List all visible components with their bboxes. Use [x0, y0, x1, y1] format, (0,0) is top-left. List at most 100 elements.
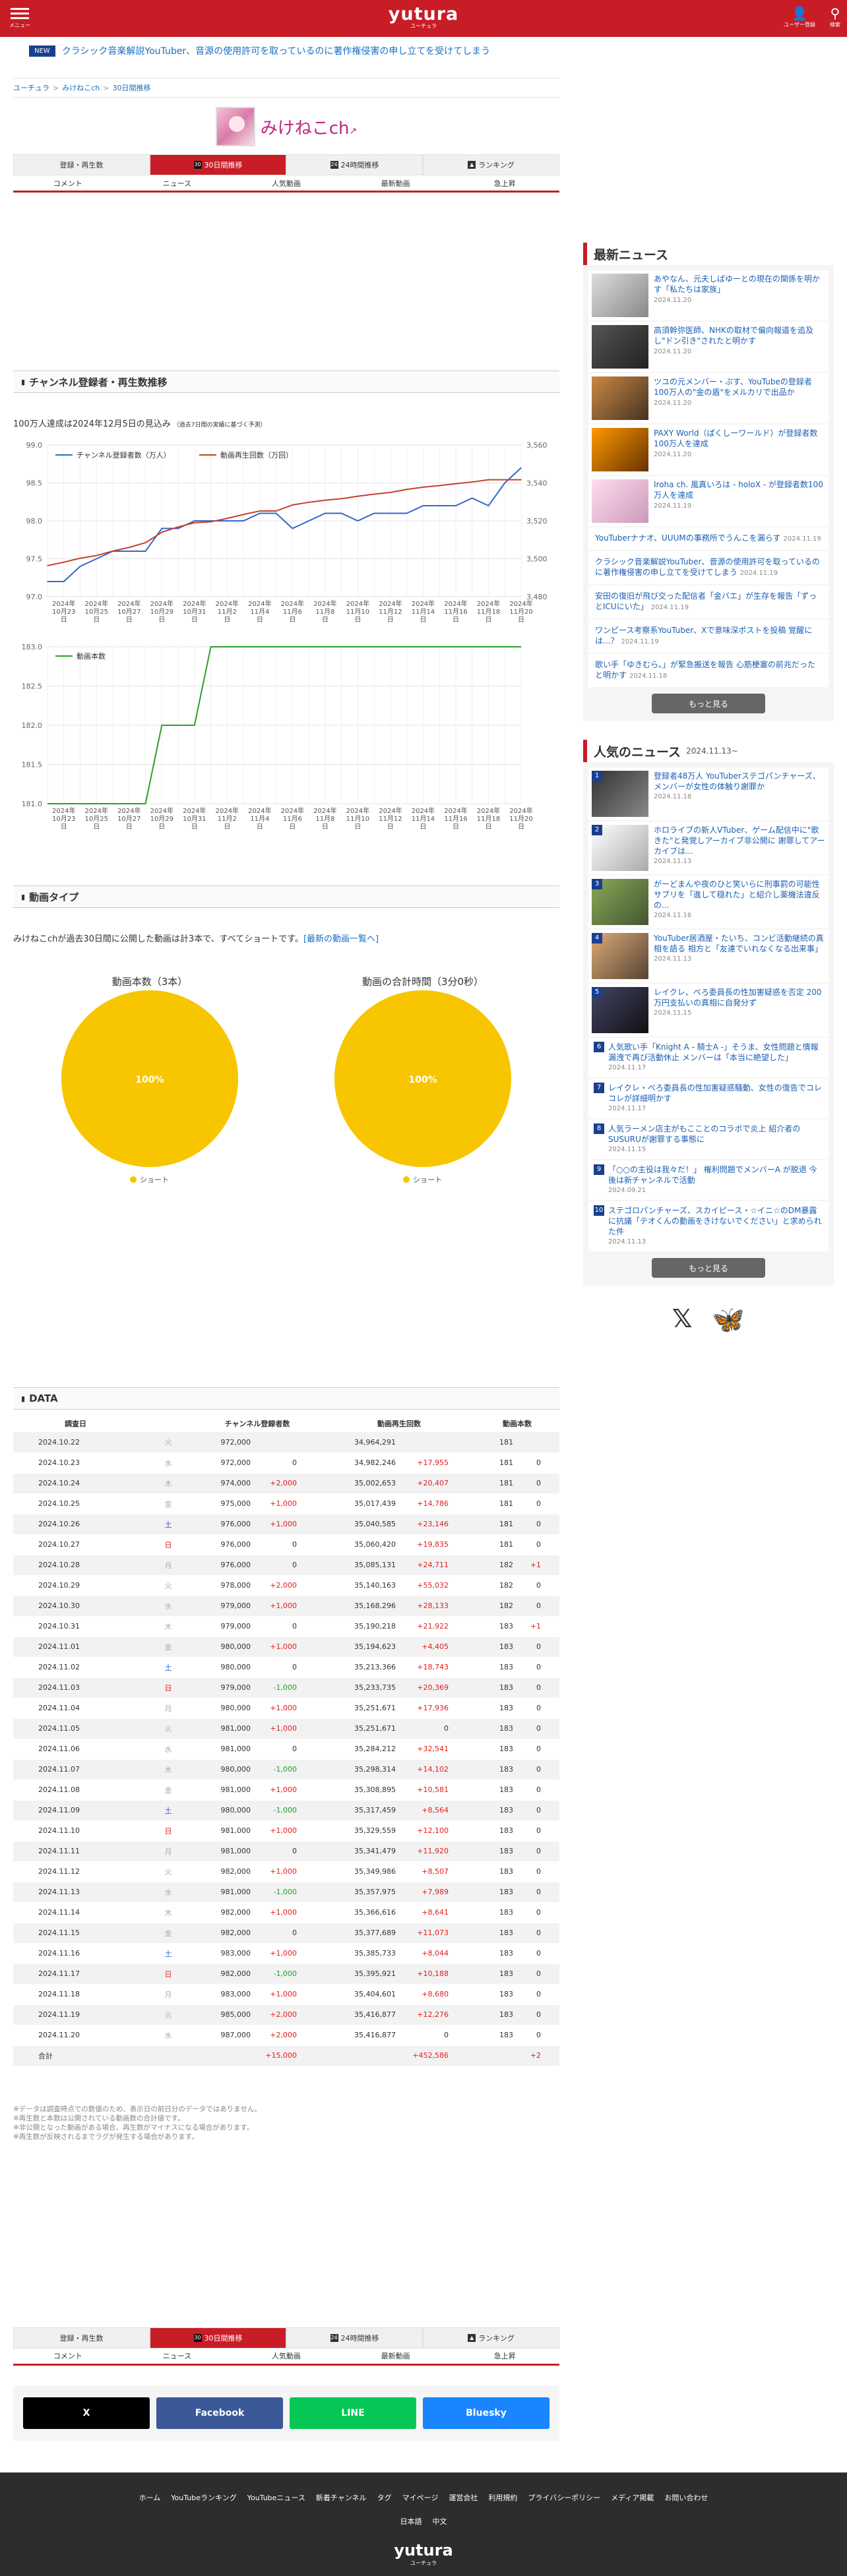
footer-logo[interactable]: yutura ユーチュラ [0, 2541, 847, 2567]
popular-news-item[interactable]: 4 YouTuber居酒屋・たいち、コンビ活動継続の真相を語る 相方と「友達でいれ… [588, 930, 829, 982]
share-line-button[interactable]: LINE [290, 2397, 416, 2429]
popular-news-item[interactable]: 1 登録者48万人 YouTuberステゴパンチャーズ、メンバーが女性の体触り謝罪… [588, 767, 829, 820]
footer-link[interactable]: マイページ [402, 2494, 439, 2502]
footer-link[interactable]: プライバシーポリシー [528, 2494, 600, 2502]
footer-link[interactable]: お問い合わせ [664, 2494, 708, 2502]
tab-30days[interactable]: 30 30日間推移 [150, 2327, 286, 2349]
site-logo[interactable]: yutura ユーチュラ [0, 4, 847, 30]
tab-stats[interactable]: 登録・再生数 [13, 154, 150, 175]
lang-ja[interactable]: 日本語 [400, 2517, 422, 2526]
tab-24h[interactable]: 24 24時間推移 [286, 2327, 423, 2349]
user-register-button[interactable]: 👤 ユーザー登録 [784, 5, 815, 28]
footer-link[interactable]: 利用規約 [488, 2494, 517, 2502]
news-item[interactable]: 歌い手「ゆきむら。」が緊急搬送を報告 心筋梗塞の前兆だったと明かす 2024.11… [588, 654, 829, 687]
news-item[interactable]: 安田の復旧が飛び交った配信者「金バエ」が生存を報告「ずっとICUにいた」 2024… [588, 585, 829, 618]
popular-news-item[interactable]: 5 レイクレ、ぺろ委員長の性加害疑惑を否定 200万円支払いの真相に自発分ず 202… [588, 984, 829, 1036]
more-news-button[interactable]: もっと見る [652, 694, 765, 713]
breadcrumb-channel[interactable]: みけねこch [62, 84, 100, 92]
news-item[interactable]: 高須幹弥医師、NHKの取材で偏向報道を追及し"ドン引き"されたと明かす 2024.… [588, 322, 829, 372]
data-point [439, 485, 441, 487]
y-right-tick: 3,500 [526, 555, 548, 564]
data-point [406, 512, 408, 514]
tab-comments[interactable]: コメント [13, 175, 123, 191]
subscribers-cell: 982,000 [191, 1861, 251, 1882]
news-thumbnail [592, 325, 648, 369]
ticker-link[interactable]: クラシック音楽解説YouTuber、音源の使用許可を取っているのに著作権侵害の申… [62, 44, 490, 57]
ranking-icon: ▲ [468, 161, 476, 169]
tab-popular-videos[interactable]: 人気動画 [232, 175, 341, 191]
tab-stats[interactable]: 登録・再生数 [13, 2327, 150, 2349]
news-item[interactable]: ワンピース考察系YouTuber、Xで意味深ポストを投稿 覚醒には...？ 202… [588, 620, 829, 653]
tab-24h[interactable]: 24 24時間推移 [286, 154, 423, 175]
table-row: 2024.11.06 水 981,000 0 35,284,212 +32,541 183 0 [13, 1739, 559, 1760]
popular-news-item[interactable]: 6 人気歌い手「Knight A - 騎士A -」そうま、女性問題と情報漏洩で再び… [588, 1038, 829, 1077]
latest-news-box: あやなん、元夫しばゆーとの現在の関係を明かす「私たちは家族」 2024.11.20… [583, 265, 834, 721]
news-item[interactable]: ツユの元メンバー・ぷす、YouTubeの登録者100万人の"金の盾"をメルカリで… [588, 373, 829, 423]
lang-zh[interactable]: 中文 [433, 2517, 447, 2526]
weekday-cell: 土 [145, 1800, 191, 1821]
breadcrumb-home[interactable]: ユーチュラ [13, 84, 49, 92]
tab-30days[interactable]: 30 30日間推移 [150, 154, 286, 175]
x-tick: 2024年 [412, 599, 435, 608]
search-button[interactable]: ⚲ 検索 [830, 5, 840, 28]
footer-link[interactable]: YouTubeニュース [247, 2494, 305, 2502]
x-tick: 日 [61, 616, 67, 624]
popular-news-item[interactable]: 8 人気ラーメン店主がもこことのコラボで炎上 紹介者のSUSURUが謝罪する事態に… [588, 1120, 829, 1159]
latest-videos-link[interactable]: [最新の動画一覧へ] [303, 934, 379, 944]
total-row: 合計 +15,000 +452,586 +2 [13, 2045, 559, 2066]
tab-ranking[interactable]: ▲ ランキング [423, 2327, 559, 2349]
views-cell: 34,964,291 [323, 1432, 396, 1453]
popular-news-item[interactable]: 3 がーどまんや夜のひと笑いらに刑事罰の可能性 サブリを「進して穏れた」と紹介し薬… [588, 876, 829, 928]
tab-trending[interactable]: 急上昇 [450, 175, 559, 191]
news-item[interactable]: あやなん、元夫しばゆーとの現在の関係を明かす「私たちは家族」 2024.11.20 [588, 270, 829, 320]
data-point [390, 512, 391, 514]
tab-latest-videos[interactable]: 最新動画 [341, 2349, 451, 2364]
chart-icon: ▮ [21, 377, 26, 386]
x-tick: 日 [354, 824, 361, 831]
news-item[interactable]: YouTuberナナオ、UUUMの事務所でうんこを漏らす 2024.11.19 [588, 527, 829, 550]
date-cell: 2024.11.03 [13, 1677, 145, 1698]
popular-news-box: 1 登録者48万人 YouTuberステゴパンチャーズ、メンバーが女性の体触り謝罪… [583, 762, 834, 1286]
subscribers-diff-cell [251, 1432, 323, 1453]
popular-news-item[interactable]: 10 ステゴロパンチャーズ、スカイピース・☆イニ☆のDM暴露に抗議「テオくんの動画… [588, 1201, 829, 1251]
bluesky-icon[interactable]: 🦋 [712, 1304, 745, 1335]
popular-news-item[interactable]: 9 「○○の主役は我々だ！」 権利問題でメンバーA が脱退 今後は新チャンネルで活… [588, 1160, 829, 1200]
more-popular-button[interactable]: もっと見る [652, 1258, 765, 1278]
subscribers-cell: 985,000 [191, 2004, 251, 2025]
news-item[interactable]: クラシック音楽解説YouTuber、音源の使用許可を取っているのに著作権侵害の申… [588, 551, 829, 584]
channel-name[interactable]: みけねこch↗ [261, 115, 358, 139]
popular-news-item[interactable]: 7 レイクレ・ぺろ委員長の性加害疑惑騒動、女性の復告でコレコレが詳細明かす 2024… [588, 1079, 829, 1118]
footer-link[interactable]: タグ [377, 2494, 392, 2502]
date-cell: 2024.10.24 [13, 1473, 145, 1494]
footer-link[interactable]: ホーム [139, 2494, 161, 2502]
breadcrumb-current[interactable]: 30日間推移 [112, 84, 150, 92]
tab-ranking[interactable]: ▲ ランキング [423, 154, 559, 175]
tab-trending[interactable]: 急上昇 [450, 2349, 559, 2364]
views-cell: 34,982,246 [323, 1453, 396, 1474]
share-x-button[interactable]: X [23, 2397, 150, 2429]
share-bluesky-button[interactable]: Bluesky [423, 2397, 549, 2429]
subscribers-cell: 981,000 [191, 1739, 251, 1760]
news-item[interactable]: PAXY World（ぱくしーワールド）が登録者数100万人を達成 2024.11… [588, 425, 829, 475]
footer-link[interactable]: 運営会社 [449, 2494, 478, 2502]
footer-link[interactable]: 新着チャンネル [316, 2494, 367, 2502]
tab-latest-videos[interactable]: 最新動画 [341, 175, 451, 191]
videos-diff-cell: 0 [513, 1882, 559, 1903]
x-tick: 日 [224, 616, 230, 624]
channel-avatar[interactable] [215, 107, 255, 146]
news-item[interactable]: Iroha ch. 風真いろは - holoX - が登録者数100万人を達成 2… [588, 476, 829, 526]
tab-popular-videos[interactable]: 人気動画 [232, 2349, 341, 2364]
tab-comments[interactable]: コメント [13, 2349, 123, 2364]
views-diff-cell: +18,743 [396, 1657, 475, 1678]
data-point [439, 505, 441, 506]
footer-link[interactable]: YouTubeランキング [171, 2494, 236, 2502]
popular-news-item[interactable]: 2 ホロライブの新人VTuber、ゲーム配信中に"歌きた"と発覚しアーカイブ非公開… [588, 822, 829, 874]
date-cell: 2024.11.13 [13, 1882, 145, 1903]
x-tick: 日 [453, 824, 459, 831]
data-point [161, 531, 163, 533]
x-icon[interactable]: 𝕏 [672, 1304, 693, 1335]
tab-news[interactable]: ニュース [123, 2349, 232, 2364]
footer-link[interactable]: メディア掲載 [611, 2494, 654, 2502]
share-facebook-button[interactable]: Facebook [156, 2397, 283, 2429]
tab-news[interactable]: ニュース [123, 175, 232, 191]
